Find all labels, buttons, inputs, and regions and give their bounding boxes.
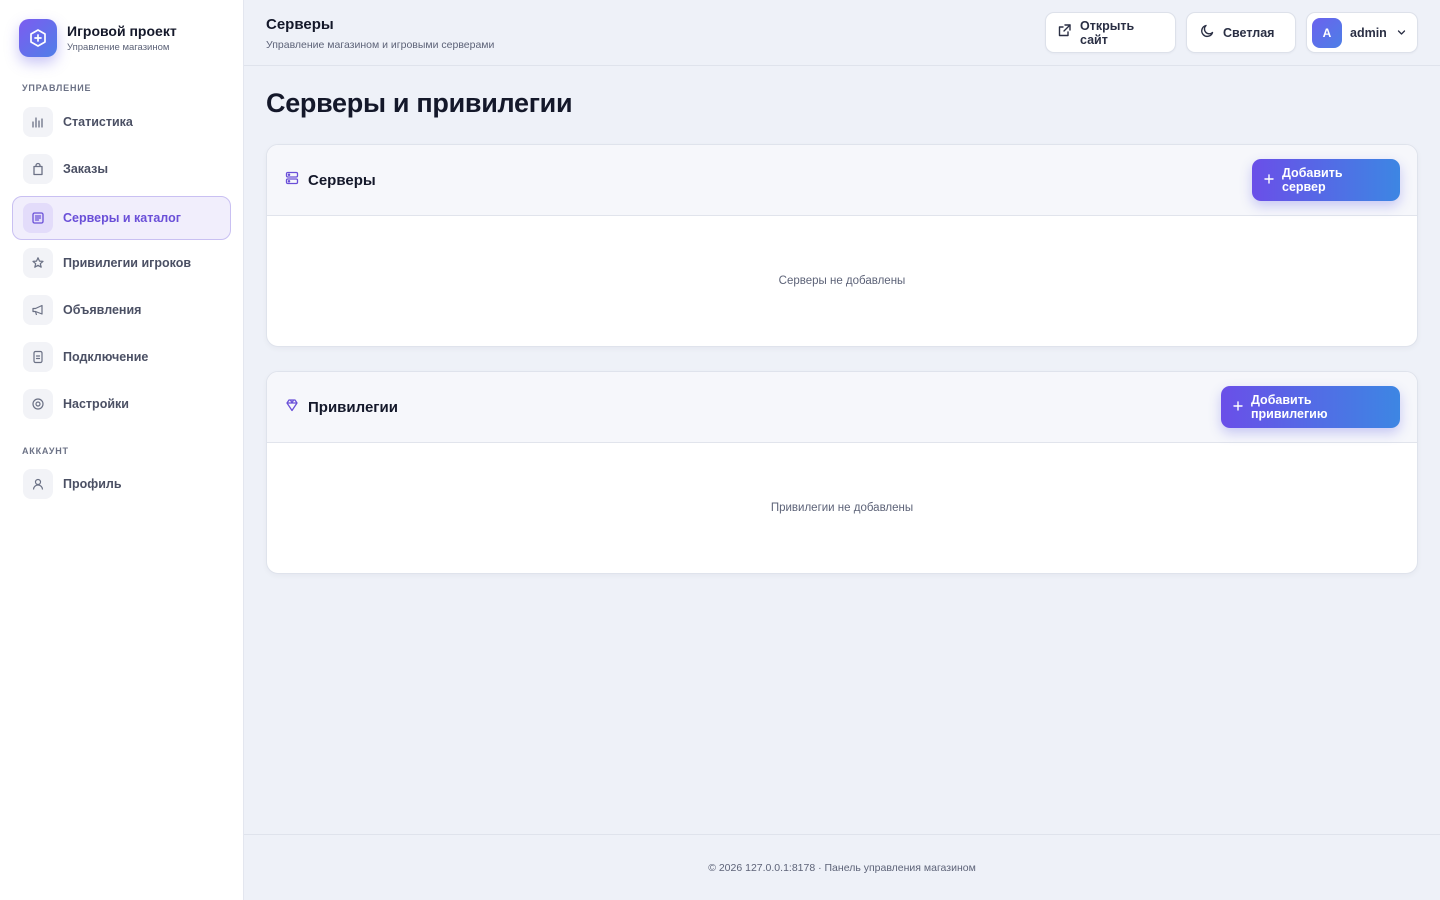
sidebar-item-label: Заказы — [63, 162, 109, 176]
external-link-icon — [1057, 23, 1072, 43]
footer: © 2026 127.0.0.1:8178 · Панель управлени… — [244, 834, 1440, 900]
sidebar-item-label: Подключение — [63, 350, 149, 364]
sidebar-item-announcements[interactable]: Объявления — [12, 288, 231, 332]
header-subtitle: Управление магазином и игровыми серверам… — [266, 39, 495, 51]
sidebar-item-orders[interactable]: Заказы — [12, 147, 231, 191]
star-icon — [23, 248, 53, 278]
sidebar-item-label: Статистика — [63, 115, 133, 129]
open-site-button[interactable]: Открыть сайт — [1045, 12, 1176, 53]
page-title: Серверы и привилегии — [266, 88, 573, 118]
privileges-card: Привилегии Добавить привилегию Привилеги… — [266, 371, 1418, 574]
servers-card-header: Серверы Добавить сервер — [267, 145, 1417, 216]
sidebar-item-label: Серверы и каталог — [63, 211, 181, 225]
open-site-label: Открыть сайт — [1080, 18, 1135, 47]
sidebar-item-servers-catalog[interactable]: Серверы и каталог — [12, 196, 231, 240]
add-server-label: Добавить сервер — [1282, 166, 1343, 194]
user-name: admin — [1350, 25, 1387, 40]
avatar: A — [1312, 17, 1342, 48]
catalog-icon — [23, 203, 53, 233]
bar-chart-icon — [23, 107, 53, 137]
add-privilege-label: Добавить привилегию — [1251, 393, 1328, 421]
privileges-card-title: Привилегии — [308, 398, 398, 416]
privileges-empty-state: Привилегии не добавлены — [267, 443, 1417, 573]
sidebar-item-settings[interactable]: Настройки — [12, 382, 231, 426]
privileges-empty-text: Привилегии не добавлены — [770, 502, 914, 514]
theme-label: Светлая — [1223, 25, 1275, 40]
megaphone-icon — [23, 295, 53, 325]
sidebar-item-connection[interactable]: Подключение — [12, 335, 231, 379]
add-server-button[interactable]: Добавить сервер — [1252, 159, 1400, 201]
nav-section-account: АККАУНТ — [22, 446, 69, 456]
servers-empty-state: Серверы не добавлены — [267, 216, 1417, 346]
server-stack-icon — [285, 171, 299, 190]
shopping-bag-icon — [23, 154, 53, 184]
brand-subtitle: Управление магазином — [67, 42, 170, 53]
theme-toggle-button[interactable]: Светлая — [1186, 12, 1296, 53]
sidebar-item-label: Профиль — [63, 477, 122, 491]
sidebar-item-profile[interactable]: Профиль — [12, 462, 231, 506]
sidebar-item-player-privileges[interactable]: Привилегии игроков — [12, 241, 231, 285]
gear-icon — [23, 389, 53, 419]
user-icon — [23, 469, 53, 499]
user-menu-button[interactable]: A admin — [1306, 12, 1418, 53]
brand[interactable]: Игровой проект Управление магазином — [19, 19, 177, 57]
add-privilege-button[interactable]: Добавить привилегию — [1221, 386, 1400, 428]
document-icon — [23, 342, 53, 372]
plus-icon — [1264, 171, 1274, 189]
sidebar-item-statistics[interactable]: Статистика — [12, 100, 231, 144]
topbar: Серверы Управление магазином и игровыми … — [244, 0, 1440, 66]
sidebar: Игровой проект Управление магазином УПРА… — [0, 0, 244, 900]
hexagon-plus-icon — [19, 19, 57, 57]
moon-icon — [1200, 23, 1215, 43]
servers-card: Серверы Добавить сервер Серверы не добав… — [266, 144, 1418, 347]
gem-icon — [285, 398, 299, 417]
nav-section-management: УПРАВЛЕНИЕ — [22, 83, 92, 93]
brand-title: Игровой проект — [67, 23, 177, 39]
chevron-down-icon — [1397, 24, 1406, 42]
sidebar-item-label: Объявления — [63, 303, 142, 317]
header-title: Серверы — [266, 16, 334, 33]
sidebar-item-label: Настройки — [63, 397, 129, 411]
servers-empty-text: Серверы не добавлены — [778, 275, 906, 287]
servers-card-title: Серверы — [308, 171, 376, 189]
sidebar-item-label: Привилегии игроков — [63, 256, 192, 270]
plus-icon — [1233, 398, 1243, 416]
footer-text: © 2026 127.0.0.1:8178 · Панель управлени… — [708, 861, 976, 874]
privileges-card-header: Привилегии Добавить привилегию — [267, 372, 1417, 443]
